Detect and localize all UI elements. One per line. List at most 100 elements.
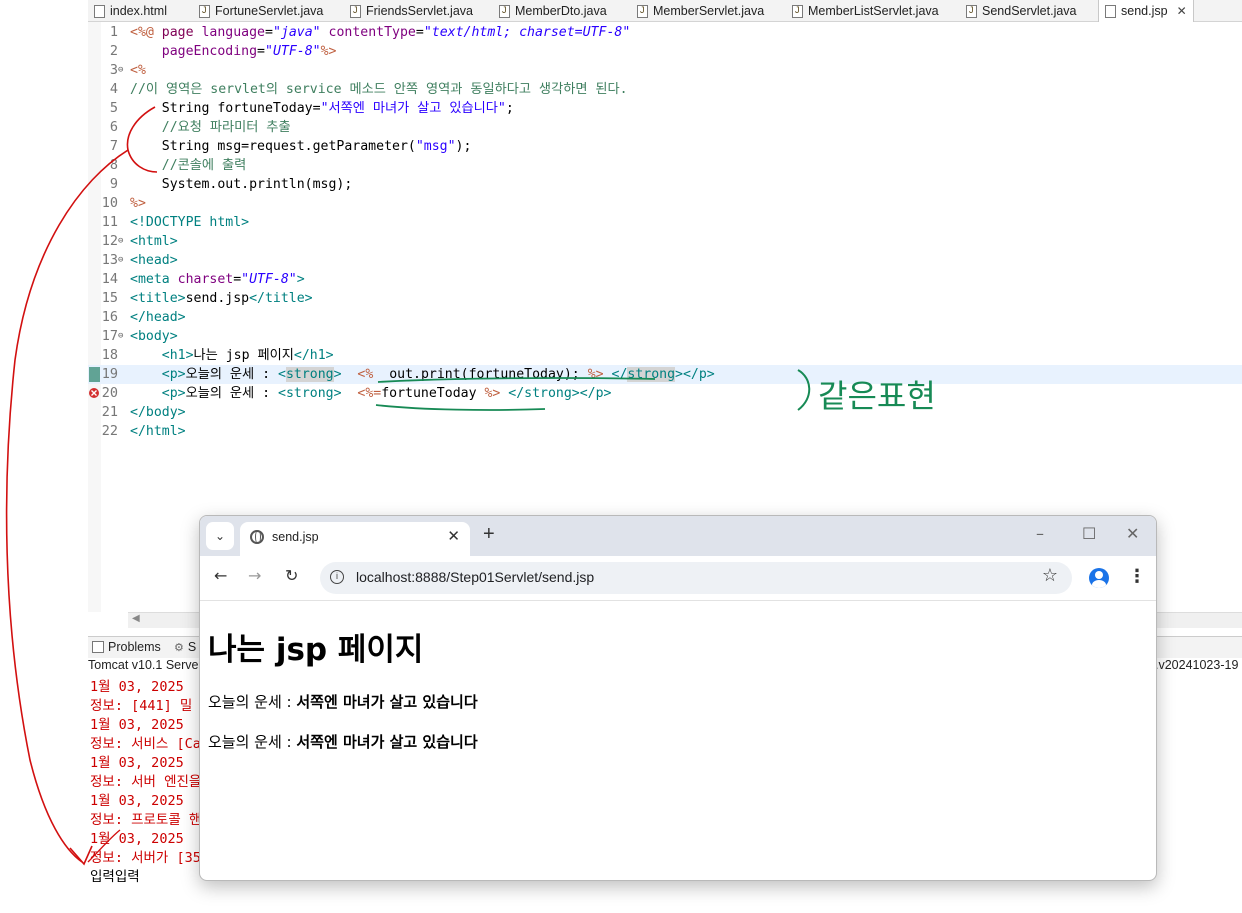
code-line: 11 <!DOCTYPE html> xyxy=(88,213,1242,232)
console-line: 1월 03, 2025 xyxy=(90,793,184,809)
tab-label: SendServlet.java xyxy=(982,4,1077,18)
code-token: out.print(fortuneToday); xyxy=(373,367,588,382)
line-number: 3 xyxy=(109,62,118,78)
code-token: ); xyxy=(455,139,472,154)
java-file-icon xyxy=(966,4,977,18)
maximize-icon[interactable]: ☐ xyxy=(1082,524,1096,543)
fold-toggle-icon[interactable]: ⊖ xyxy=(118,232,123,251)
console-line: 정보: 서비스 [Ca xyxy=(90,736,201,752)
editor-tab-memberdto[interactable]: MemberDto.java xyxy=(499,0,607,22)
java-file-icon xyxy=(499,4,510,18)
code-token: ></p> xyxy=(675,367,715,382)
close-icon[interactable]: ✕ xyxy=(1177,4,1187,18)
address-bar[interactable]: i localhost:8888/Step01Servlet/send.jsp … xyxy=(320,562,1072,594)
line-number: 8 xyxy=(109,157,118,173)
tab-problems[interactable]: Problems xyxy=(92,640,161,654)
editor-tab-send-jsp[interactable]: send.jsp ✕ xyxy=(1098,0,1194,22)
page-heading: 나는 jsp 페이지 xyxy=(208,632,424,668)
console-output: 1월 03, 2025 정보: [441] 밀 1월 03, 2025 정보: 서비스… xyxy=(90,678,201,887)
code-token: <%@ xyxy=(130,25,162,40)
server-label: Tomcat v10.1 Server xyxy=(88,658,203,672)
code-token: "UTF-8" xyxy=(241,272,297,287)
fortune-value: 서쪽엔 마녀가 살고 있습니다 xyxy=(296,733,478,751)
fortune-value: 서쪽엔 마녀가 살고 있습니다 xyxy=(296,693,478,711)
java-file-icon xyxy=(792,4,803,18)
fold-toggle-icon[interactable]: ⊖ xyxy=(118,61,123,80)
red-arrow-head xyxy=(69,845,93,866)
servers-icon: ⚙ xyxy=(174,641,184,654)
line-number: 1 xyxy=(109,24,118,40)
profile-avatar-icon[interactable] xyxy=(1089,568,1109,588)
code-token: = xyxy=(233,272,242,287)
site-info-icon[interactable]: i xyxy=(330,570,344,584)
tab-label: FortuneServlet.java xyxy=(215,4,324,18)
fold-toggle-icon[interactable]: ⊖ xyxy=(118,327,123,346)
code-line: 3 ⊖ <% xyxy=(88,61,1242,80)
code-token: <head> xyxy=(130,253,178,268)
close-window-icon[interactable]: ✕ xyxy=(1126,524,1139,543)
code-token: charset xyxy=(177,272,234,287)
code-token: String fortuneToday= xyxy=(130,101,321,116)
code-token: = xyxy=(415,25,424,40)
code-line: 2 pageEncoding="UTF-8"%> xyxy=(88,42,1242,61)
code-token: <html> xyxy=(130,234,178,249)
java-file-icon xyxy=(199,4,210,18)
editor-tab-friendsservlet[interactable]: FriendsServlet.java xyxy=(350,0,473,22)
code-token: > xyxy=(333,367,358,382)
code-token: ; xyxy=(505,101,514,116)
close-tab-icon[interactable]: ✕ xyxy=(447,527,460,545)
tab-label: index.html xyxy=(110,4,167,18)
code-token: strong xyxy=(285,367,334,382)
editor-tab-index-html[interactable]: index.html xyxy=(94,0,167,22)
tab-search-button[interactable]: ⌄ xyxy=(206,522,234,550)
url-text[interactable]: localhost:8888/Step01Servlet/send.jsp xyxy=(356,569,594,585)
line-number: 10 xyxy=(101,195,118,211)
code-token: < xyxy=(278,367,286,382)
line-number: 15 xyxy=(101,290,118,306)
console-line: 1월 03, 2025 xyxy=(90,679,184,695)
console-line: 1월 03, 2025 xyxy=(90,831,184,847)
code-token: %> xyxy=(320,44,337,59)
globe-icon xyxy=(250,530,264,544)
scroll-left-icon[interactable]: ◀ xyxy=(132,613,140,624)
code-line: 16 </head> xyxy=(88,308,1242,327)
fold-toggle-icon[interactable]: ⊖ xyxy=(118,251,123,270)
code-token: %> xyxy=(587,367,604,382)
editor-tab-memberlistservlet[interactable]: MemberListServlet.java xyxy=(792,0,939,22)
line-number: 4 xyxy=(109,81,118,97)
new-tab-button[interactable]: + xyxy=(483,523,495,546)
browser-tab[interactable]: send.jsp ✕ xyxy=(240,522,470,556)
server-version: .v20241023-19 xyxy=(1155,658,1239,672)
back-icon[interactable]: ← xyxy=(214,566,227,585)
fortune-label: 오늘의 운세 : xyxy=(208,733,297,751)
fortune-label: 오늘의 운세 : xyxy=(208,693,297,711)
fortune-paragraph-1: 오늘의 운세 : 서쪽엔 마녀가 살고 있습니다 xyxy=(208,691,1150,712)
browser-toolbar: ← → ↻ i localhost:8888/Step01Servlet/sen… xyxy=(200,556,1156,601)
minimize-icon[interactable]: – xyxy=(1036,524,1044,543)
code-token: "UTF-8" xyxy=(265,44,321,59)
code-token: 오늘의 운세 : xyxy=(185,386,278,401)
code-token: <% xyxy=(357,367,374,382)
gutter-markers xyxy=(89,367,100,398)
line-number: 17 xyxy=(101,328,118,344)
tab-label: MemberListServlet.java xyxy=(808,4,939,18)
tab-servers[interactable]: ⚙ S xyxy=(174,640,196,654)
code-line: 12 ⊖ <html> xyxy=(88,232,1242,251)
menu-kebab-icon[interactable]: ⋮ xyxy=(1128,566,1146,587)
code-line: 13 ⊖ <head> xyxy=(88,251,1242,270)
editor-tab-memberservlet[interactable]: MemberServlet.java xyxy=(637,0,764,22)
editor-tab-sendservlet[interactable]: SendServlet.java xyxy=(966,0,1077,22)
code-token: </body> xyxy=(130,405,186,420)
code-line: 21 </body> xyxy=(88,403,1242,422)
fortune-paragraph-2: 오늘의 운세 : 서쪽엔 마녀가 살고 있습니다 xyxy=(208,731,1150,752)
code-line: 1 <%@ page language="java" contentType="t… xyxy=(88,23,1242,42)
bookmark-star-icon[interactable]: ☆ xyxy=(1042,565,1058,586)
code-token: "java" xyxy=(272,25,321,40)
forward-icon[interactable]: → xyxy=(248,566,261,585)
tab-label: send.jsp xyxy=(1121,4,1168,18)
console-line: 1월 03, 2025 xyxy=(90,755,184,771)
code-token: = xyxy=(257,44,265,59)
editor-tab-fortuneservlet[interactable]: FortuneServlet.java xyxy=(199,0,323,22)
reload-icon[interactable]: ↻ xyxy=(285,566,298,585)
code-line-current: 19 <p>오늘의 운세 : <strong> <% out.print(for… xyxy=(88,365,1242,384)
